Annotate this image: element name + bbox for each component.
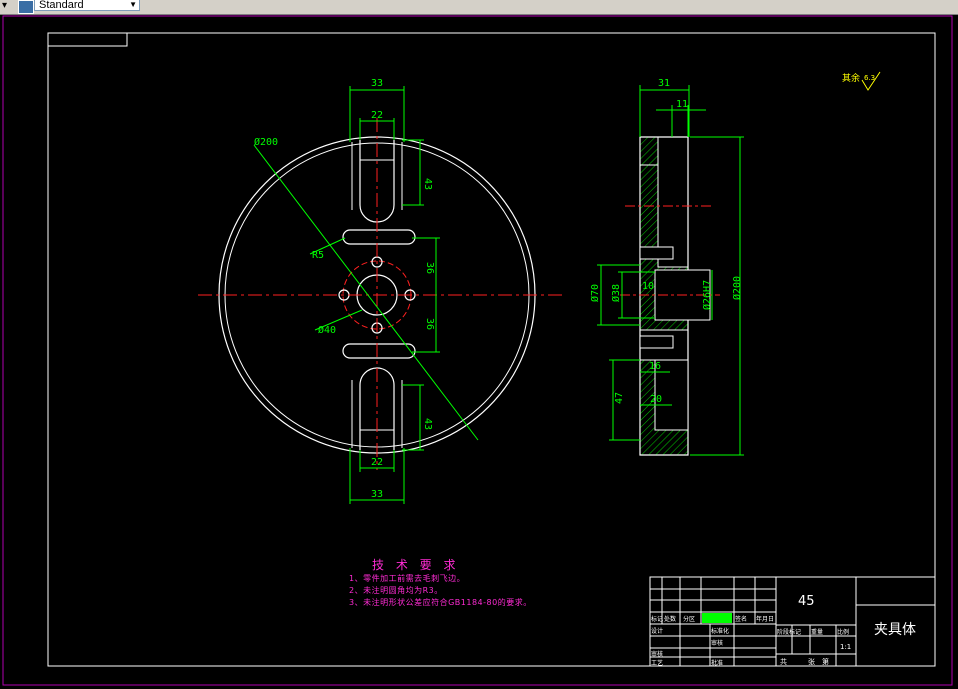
roughness-note: 其余 [842, 72, 860, 84]
dim-radius: R5 [312, 250, 324, 261]
tech-requirement-2: 2、未注明圆角均为R3。 [349, 586, 443, 595]
tb-label-stage: 阶段标记 [777, 629, 802, 636]
dim-step-16: 16 [649, 361, 661, 372]
front-dim-labels: 33 22 43 Ø200 R5 36 36 Ø40 43 22 33 [254, 78, 435, 500]
tb-scale-value: 1:1 [840, 643, 852, 651]
tb-label-design: 设计 [651, 628, 664, 635]
dim-total-width: 31 [658, 78, 670, 89]
dim-dia-38: Ø38 [610, 284, 622, 302]
dim-offset-upper: 36 [424, 262, 435, 274]
dim-dia-200: Ø200 [731, 276, 743, 300]
tb-label-mark: 标记 [651, 616, 664, 623]
roughness-symbol: 其余 6.3 [842, 71, 881, 91]
dim-dia-fit: Ø26H7 [701, 280, 713, 310]
dim-hole-circle: Ø40 [318, 324, 336, 336]
tb-label-standardize: 标准化 [711, 628, 730, 635]
tb-label-sign: 签名 [735, 616, 748, 623]
tb-label-craft: 工艺 [651, 660, 664, 667]
side-view: 31 11 Ø200 Ø70 Ø38 Ø26H7 10 16 20 47 [589, 78, 744, 456]
frame-code-box [47, 32, 128, 47]
front-view: 33 22 43 Ø200 R5 36 36 Ø40 43 22 33 [198, 78, 565, 504]
dim-slot-width-top: 22 [371, 110, 383, 121]
tech-requirement-1: 1、零件加工前需去毛刺飞边。 [349, 574, 466, 583]
side-dim-labels: 31 11 Ø200 Ø70 Ø38 Ø26H7 10 16 20 47 [589, 78, 743, 405]
dim-step-10: 10 [642, 281, 654, 292]
dim-slot-len-top: 43 [422, 178, 433, 190]
dim-slot-len-bottom: 43 [422, 418, 433, 430]
tb-label-review: 审核 [711, 640, 724, 647]
drawing-frame [47, 32, 936, 667]
dim-offset-lower: 36 [424, 318, 435, 330]
tb-sheet-total: 共 [780, 658, 787, 666]
tech-requirement-3: 3、未注明形状公差应符合GB1184-80的要求。 [349, 598, 532, 607]
tb-label-approve: 批准 [711, 660, 724, 667]
tb-label-zone: 分区 [683, 616, 696, 623]
dim-bottom-width: 33 [371, 489, 383, 500]
tb-label-scale: 比例 [837, 629, 850, 636]
material-text: 45 [798, 594, 815, 609]
stage-mark-fill [702, 613, 732, 623]
tb-label-count: 处数 [664, 616, 677, 623]
dim-top-width: 33 [371, 78, 383, 89]
part-name-text: 夹具体 [874, 622, 916, 638]
upper-slot [342, 229, 416, 245]
tb-label-date: 年月日 [756, 616, 775, 623]
dim-outer-dia: Ø200 [254, 136, 278, 148]
tb-label-check: 审核 [651, 651, 664, 658]
tb-sheet-no: 第 [822, 658, 829, 666]
drawing-canvas[interactable]: 33 22 43 Ø200 R5 36 36 Ø40 43 22 33 31 1… [0, 0, 958, 689]
dim-step-20: 20 [650, 394, 662, 405]
dim-slot-width-bottom: 22 [371, 457, 383, 468]
dim-dia-70: Ø70 [589, 284, 601, 302]
viewport-border [2, 15, 953, 686]
lower-slot [342, 343, 416, 359]
tb-sheet-unit: 张 [808, 658, 815, 666]
dim-inner-width: 11 [676, 99, 688, 110]
tb-label-weight: 重量 [811, 629, 824, 636]
dim-depth-47: 47 [614, 392, 625, 404]
roughness-value: 6.3 [864, 74, 875, 82]
tech-requirements-title: 技 术 要 求 [372, 558, 460, 572]
